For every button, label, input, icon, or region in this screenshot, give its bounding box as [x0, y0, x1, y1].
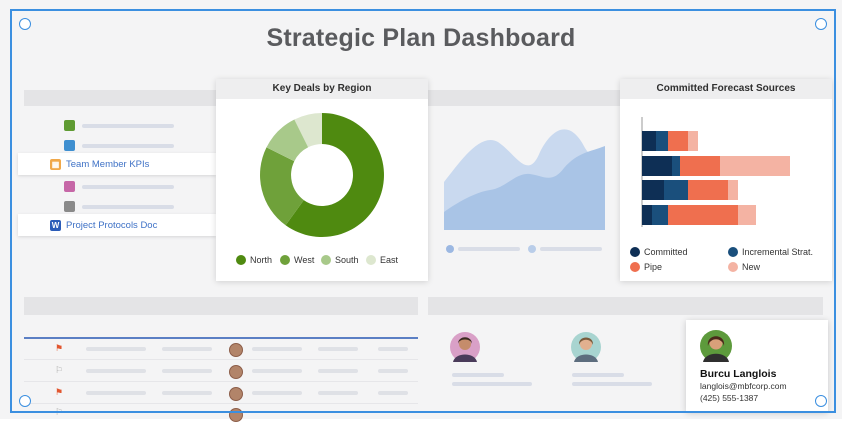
- contact-name: Burcu Langlois: [700, 368, 777, 380]
- person-avatar: [571, 332, 601, 362]
- forecast-panel[interactable]: Committed Forecast Sources Committed Inc…: [620, 79, 832, 281]
- legend-dot: [528, 245, 536, 253]
- placeholder-line: [82, 144, 174, 148]
- flag-icon[interactable]: ⚐: [55, 407, 63, 418]
- area-chart: [444, 129, 605, 230]
- legend-incremental: Incremental Strat.: [728, 247, 813, 257]
- bar-row-1: [642, 131, 698, 151]
- donut-chart: [260, 113, 384, 237]
- placeholder-line: [572, 373, 624, 377]
- list-item-label: Team Member KPIs: [66, 158, 150, 170]
- avatar: [229, 365, 243, 379]
- list-item-label: Project Protocols Doc: [66, 219, 158, 231]
- legend-dot: [446, 245, 454, 253]
- key-deals-panel[interactable]: Key Deals by Region North West South Eas…: [216, 79, 428, 281]
- swatch-blue: [64, 140, 75, 151]
- contact-phone[interactable]: (425) 555-1387: [700, 393, 758, 403]
- bar-row-4: [642, 205, 756, 225]
- placeholder-line: [452, 373, 504, 377]
- swatch-pink: [64, 181, 75, 192]
- legend-north: North: [236, 255, 272, 265]
- swatch-gray: [64, 201, 75, 212]
- forecast-title: Committed Forecast Sources: [620, 79, 832, 99]
- person-avatar: [450, 332, 480, 362]
- table-header-band: [24, 297, 418, 315]
- flag-icon[interactable]: ⚐: [55, 365, 63, 376]
- list-item-project-protocols-doc[interactable]: W Project Protocols Doc: [18, 214, 216, 236]
- legend-new: New: [728, 262, 760, 272]
- placeholder-line: [452, 382, 532, 386]
- swatch-green: [64, 120, 75, 131]
- resize-handle-top-right[interactable]: [815, 18, 827, 30]
- placeholder-line: [82, 205, 174, 209]
- placeholder-line: [82, 124, 174, 128]
- list-item-team-member-kpis[interactable]: ▦ Team Member KPIs: [18, 153, 216, 175]
- bar-row-2: [642, 156, 790, 176]
- legend-committed: Committed: [630, 247, 688, 257]
- resize-handle-top-left[interactable]: [19, 18, 31, 30]
- placeholder-line: [82, 185, 174, 189]
- placeholder-line: [572, 382, 652, 386]
- contact-card[interactable]: Burcu Langlois langlois@mbfcorp.com (425…: [686, 320, 828, 412]
- flag-icon[interactable]: ⚑: [55, 343, 63, 354]
- dashboard-canvas: Strategic Plan Dashboard ▦ Team Member K…: [0, 0, 842, 422]
- avatar: [229, 343, 243, 357]
- contact-avatar: [700, 330, 732, 362]
- resize-handle-bottom-left[interactable]: [19, 395, 31, 407]
- table-top-border: [24, 337, 418, 339]
- flag-icon[interactable]: ⚑: [55, 387, 63, 398]
- avatar: [229, 387, 243, 401]
- legend-west: West: [280, 255, 314, 265]
- legend-pipe: Pipe: [630, 262, 662, 272]
- word-doc-icon: W: [50, 219, 61, 231]
- people-header-band: [428, 297, 823, 315]
- stacked-bar-chart: [641, 117, 790, 227]
- sheet-icon: ▦: [50, 158, 61, 170]
- bar-row-3: [642, 180, 738, 200]
- resize-handle-bottom-right[interactable]: [815, 395, 827, 407]
- legend-east: East: [366, 255, 398, 265]
- key-deals-title: Key Deals by Region: [216, 79, 428, 99]
- legend-south: South: [321, 255, 359, 265]
- placeholder-line: [540, 247, 602, 251]
- avatar: [229, 408, 243, 422]
- dashboard-title: Strategic Plan Dashboard: [266, 24, 576, 52]
- placeholder-line: [458, 247, 520, 251]
- contact-email[interactable]: langlois@mbfcorp.com: [700, 381, 787, 391]
